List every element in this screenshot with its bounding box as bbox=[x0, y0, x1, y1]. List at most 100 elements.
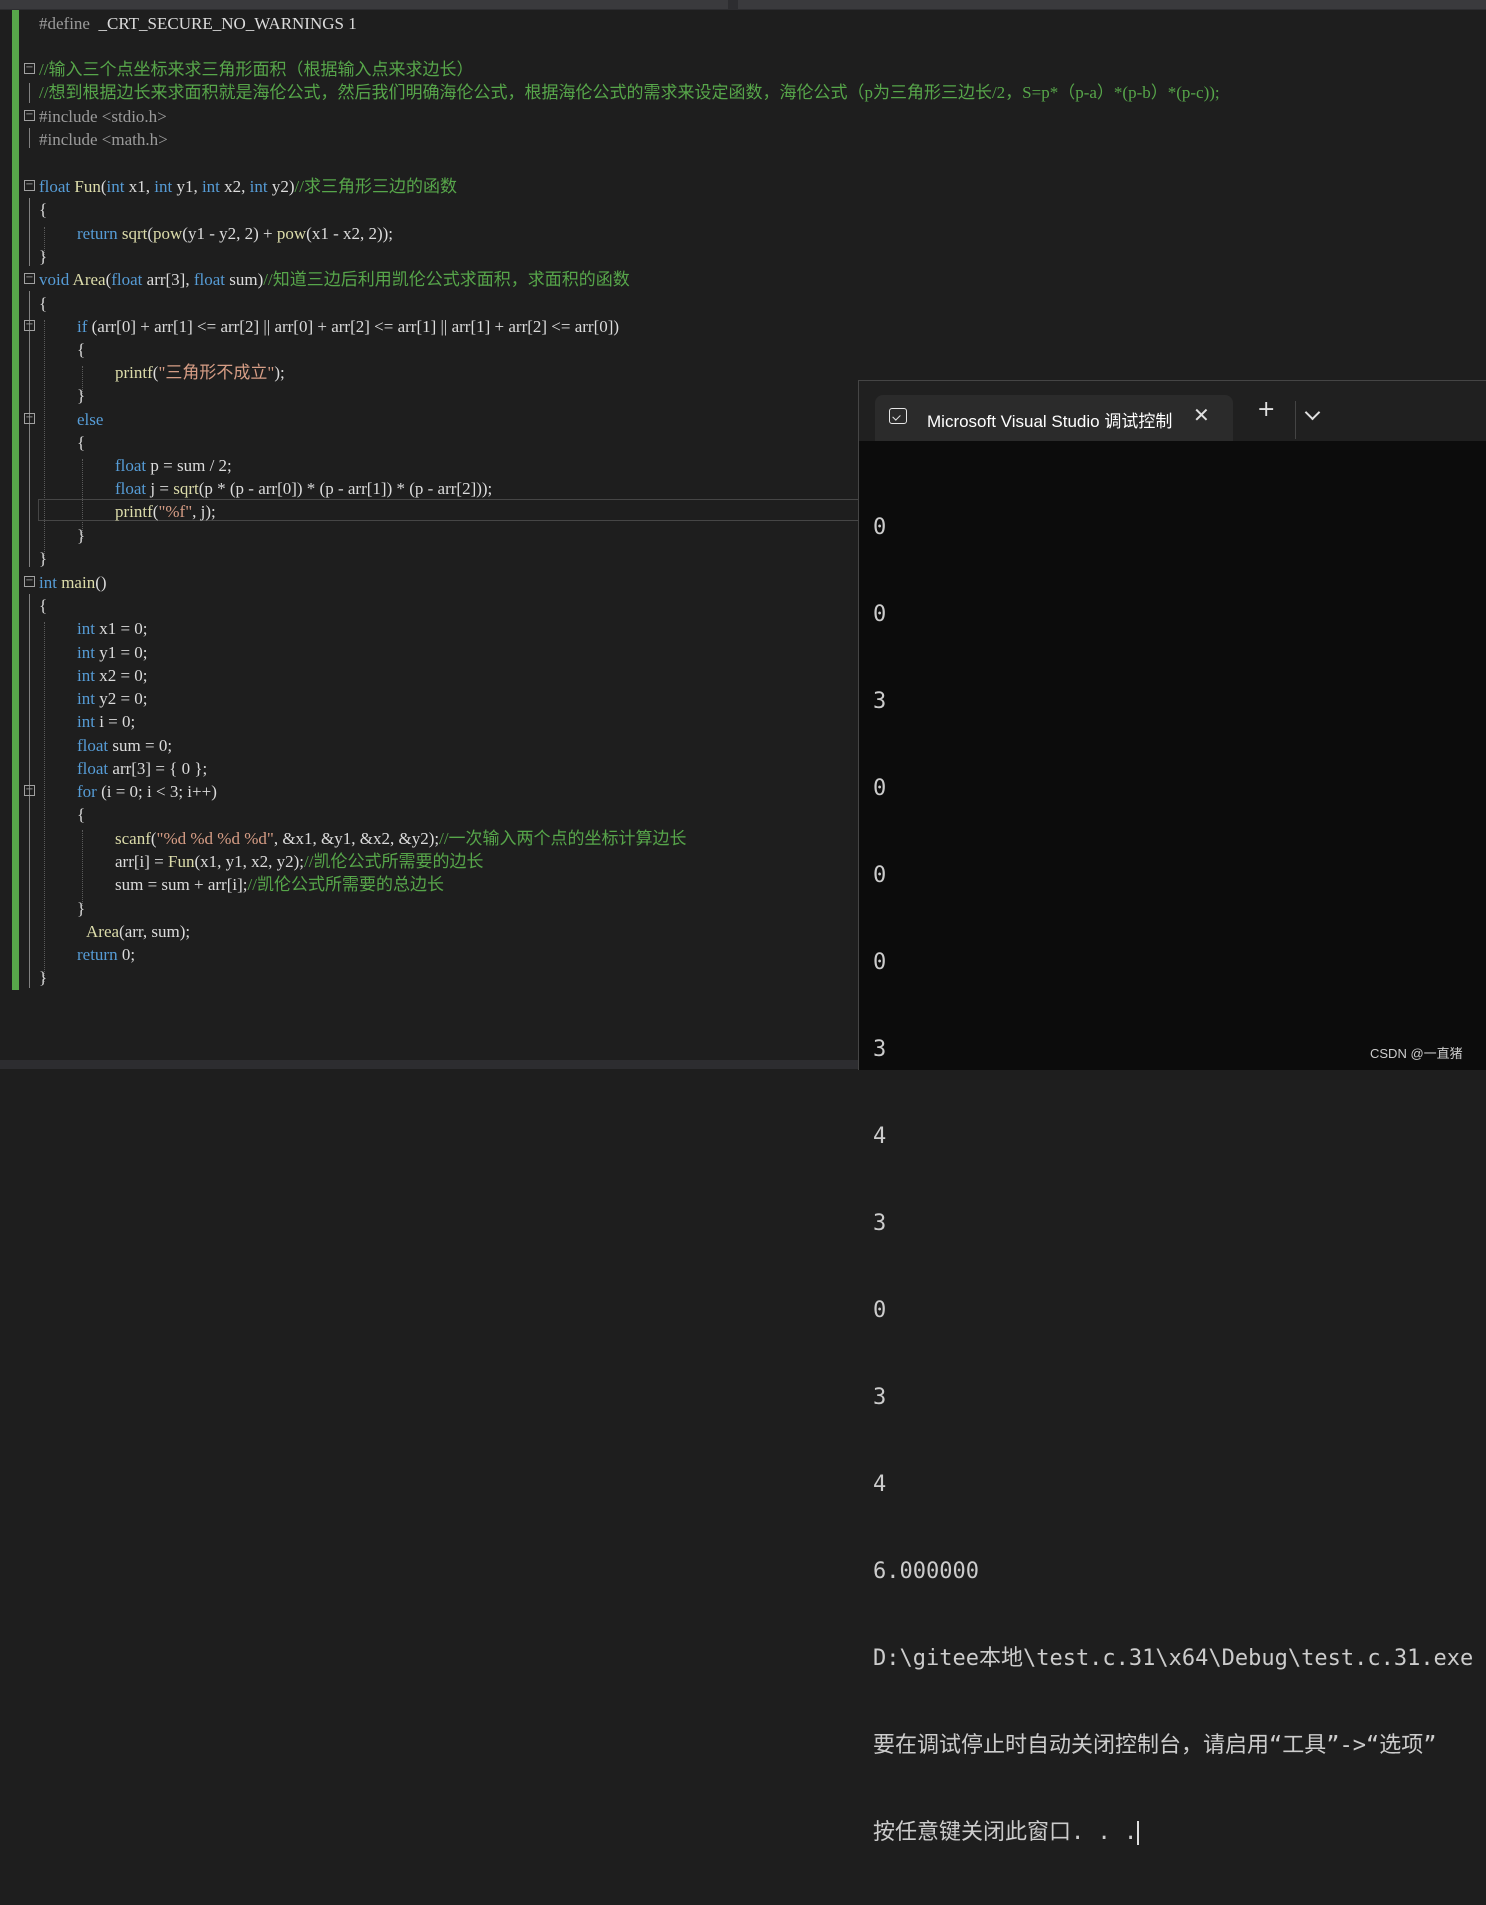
console-line: 3 bbox=[873, 1385, 887, 1410]
code-line: { bbox=[0, 198, 1486, 221]
code-text: arr[i] = bbox=[115, 852, 169, 871]
brace: { bbox=[77, 433, 86, 452]
keyword: float bbox=[111, 270, 143, 289]
string-literal: "%d %d %d %d" bbox=[156, 829, 274, 848]
brace: } bbox=[77, 386, 86, 405]
brace: } bbox=[77, 899, 86, 918]
comment-text: //凯伦公式所需要的总边长 bbox=[247, 875, 444, 894]
keyword: else bbox=[77, 410, 104, 429]
keyword: int bbox=[77, 619, 95, 638]
status-bar bbox=[0, 1060, 860, 1069]
function-name: sqrt bbox=[121, 224, 148, 243]
keyword: float bbox=[39, 177, 71, 196]
code-text: j = bbox=[146, 479, 174, 498]
keyword: float bbox=[193, 270, 226, 289]
code-text: ); bbox=[274, 363, 285, 382]
new-tab-button[interactable]: + bbox=[1257, 399, 1275, 421]
brace: } bbox=[39, 247, 48, 266]
brace: } bbox=[39, 549, 48, 568]
function-name: Area bbox=[72, 270, 106, 289]
fold-toggle-icon[interactable]: − bbox=[24, 110, 35, 121]
macro-text: _CRT_SECURE_NO_WARNINGS 1 bbox=[98, 14, 357, 33]
console-line: 0 bbox=[873, 950, 887, 975]
console-line: 0 bbox=[873, 515, 887, 540]
code-text: (x1 - x2, 2)); bbox=[306, 224, 394, 243]
divider bbox=[1295, 401, 1296, 439]
keyword: return bbox=[77, 945, 118, 964]
text-cursor bbox=[1137, 1821, 1140, 1845]
function-name: printf bbox=[115, 363, 153, 382]
fold-toggle-icon[interactable]: − bbox=[24, 273, 35, 284]
code-line: //想到根据边长来求面积就是海伦公式，然后我们明确海伦公式，根据海伦公式的需求来… bbox=[0, 81, 1486, 104]
code-line: − if (arr[0] + arr[1] <= arr[2] || arr[0]… bbox=[0, 315, 1486, 338]
code-line: − #include <stdio.h> bbox=[0, 105, 1486, 128]
keyword: return bbox=[77, 224, 118, 243]
console-line: 0 bbox=[873, 1298, 887, 1323]
keyword: int bbox=[77, 643, 95, 662]
include-directive: #include <math.h> bbox=[39, 130, 168, 149]
comment-text: //输入三个点坐标来求三角形面积（根据输入点来求边长） bbox=[39, 60, 474, 79]
code-text: 0; bbox=[117, 945, 136, 964]
string-literal: "三角形不成立" bbox=[158, 363, 275, 382]
function-name: Fun bbox=[74, 177, 101, 196]
code-text: y1 = 0; bbox=[94, 643, 148, 662]
fold-toggle-icon[interactable]: − bbox=[24, 785, 35, 796]
console-line: 3 bbox=[873, 689, 887, 714]
code-text: arr[3], bbox=[142, 270, 194, 289]
function-name: sqrt bbox=[173, 479, 199, 498]
code-line: −//输入三个点坐标来求三角形面积（根据输入点来求边长） bbox=[0, 58, 1486, 81]
console-line: 4 bbox=[873, 1124, 887, 1149]
keyword: int bbox=[249, 177, 268, 196]
function-name: Area bbox=[86, 922, 120, 941]
comment-text: //想到根据边长来求面积就是海伦公式，然后我们明确海伦公式，根据海伦公式的需求来… bbox=[39, 83, 1220, 102]
chevron-down-icon[interactable] bbox=[1304, 404, 1321, 421]
code-text: arr[3] = { 0 }; bbox=[108, 759, 208, 778]
fold-toggle-icon[interactable]: − bbox=[24, 180, 35, 191]
debug-console-window[interactable]: Microsoft Visual Studio 调试控制台 ✕ + 0 0 3 … bbox=[858, 380, 1486, 1845]
comment-text: //求三角形三边的函数 bbox=[294, 177, 457, 196]
code-text: x1 = 0; bbox=[94, 619, 148, 638]
close-icon[interactable]: ✕ bbox=[1193, 403, 1210, 427]
comment-text: //知道三边后利用凯伦公式求面积，求面积的函数 bbox=[263, 270, 630, 289]
brace: } bbox=[77, 526, 86, 545]
keyword: void bbox=[39, 270, 70, 289]
document-tab[interactable] bbox=[738, 0, 1486, 9]
console-tab[interactable]: Microsoft Visual Studio 调试控制台 ✕ bbox=[875, 395, 1233, 441]
code-text: () bbox=[95, 573, 107, 592]
fold-toggle-icon[interactable]: − bbox=[24, 576, 35, 587]
console-line: 4 bbox=[873, 1472, 887, 1497]
document-tab-strip bbox=[0, 0, 1486, 10]
keyword: int bbox=[154, 177, 173, 196]
code-text: (i = 0; i < 3; i++) bbox=[96, 782, 217, 801]
keyword: int bbox=[106, 177, 125, 196]
brace: { bbox=[39, 596, 48, 615]
fold-toggle-icon[interactable]: − bbox=[24, 63, 35, 74]
code-line: { bbox=[0, 338, 1486, 361]
brace: { bbox=[39, 294, 48, 313]
code-text: , j); bbox=[192, 502, 216, 521]
function-name: main bbox=[61, 573, 96, 592]
document-tab[interactable] bbox=[0, 0, 728, 9]
string-literal: "%f" bbox=[158, 502, 193, 521]
code-line: #define _CRT_SECURE_NO_WARNINGS 1 bbox=[0, 12, 1486, 35]
code-text: y1, bbox=[172, 177, 202, 196]
include-directive: #include <stdio.h> bbox=[39, 107, 167, 126]
console-output: 0 0 3 0 0 0 3 4 3 0 3 4 6.000000 D:\gite… bbox=[873, 455, 1473, 1905]
function-name: scanf bbox=[115, 829, 151, 848]
function-name: pow bbox=[276, 224, 307, 243]
code-line: #include <math.h> bbox=[0, 128, 1486, 151]
console-line: 要在调试停止时自动关闭控制台，请启用“工具”->“选项” bbox=[873, 1733, 1437, 1758]
console-line: 0 bbox=[873, 863, 887, 888]
watermark: CSDN @一直猪 bbox=[1370, 1046, 1463, 1061]
fold-toggle-icon[interactable]: − bbox=[24, 320, 35, 331]
console-line: 按任意键关闭此窗口. . . bbox=[873, 1818, 1473, 1847]
console-line: D:\gitee本地\test.c.31\x64\Debug\test.c.31… bbox=[873, 1646, 1474, 1671]
keyword: float bbox=[77, 759, 109, 778]
fold-toggle-icon[interactable]: − bbox=[24, 413, 35, 424]
console-line: 0 bbox=[873, 776, 887, 801]
code-text: (p * (p - arr[0]) * (p - arr[1]) * (p - … bbox=[198, 479, 493, 498]
console-line-text: 按任意键关闭此窗口. . . bbox=[873, 1820, 1138, 1845]
code-text: (y1 - y2, 2) + bbox=[182, 224, 277, 243]
keyword: float bbox=[77, 736, 109, 755]
code-text: , &x1, &y1, &x2, &y2); bbox=[273, 829, 440, 848]
